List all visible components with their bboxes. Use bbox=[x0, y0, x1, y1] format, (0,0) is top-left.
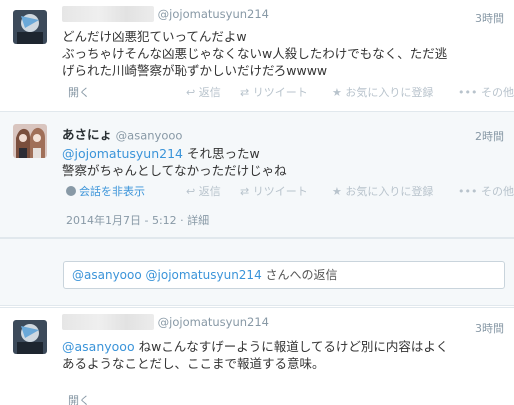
tweet-line: ぶっちゃけそんな凶悪じゃなくないw人殺したわけでもなく、ただ逃 bbox=[62, 46, 448, 61]
tweet-line: あるようなことだし、ここまで報道する意味。 bbox=[62, 356, 325, 371]
more-button[interactable]: ••• その他 bbox=[458, 84, 514, 100]
datetime-text[interactable]: 2014年1月7日 - 5:12 bbox=[66, 214, 177, 227]
tweet-text: どんだけ凶悪犯ていってんだよw ぶっちゃけそんな凶悪じゃなくないw人殺したわけで… bbox=[62, 28, 507, 79]
display-name-blurred[interactable] bbox=[62, 6, 154, 22]
tweet-text: @asanyooo ねwこんなすげーように報道してるけど別に内容はよく あるよう… bbox=[62, 338, 507, 372]
favorite-button[interactable]: ★ お気に入りに登録 bbox=[332, 183, 433, 199]
expand-link[interactable]: 開く bbox=[68, 392, 90, 405]
more-icon: ••• bbox=[458, 185, 478, 198]
more-icon: ••• bbox=[458, 86, 478, 99]
tweet-line: 警察がちゃんとしてなかっただけじゃね bbox=[62, 163, 287, 178]
tweet-line: @jojomatusyun214 それ思ったw bbox=[62, 146, 260, 161]
user-handle[interactable]: @asanyooo bbox=[116, 129, 183, 143]
tweet-line: @asanyooo ねwこんなすげーように報道してるけど別に内容はよく bbox=[62, 339, 449, 354]
tweet-actions: ↩ 返信 ⇄ リツイート ★ お気に入りに登録 ••• その他 bbox=[0, 84, 514, 100]
tweet-line: げられた川崎警察が恥ずかしいだけだろwwww bbox=[62, 63, 328, 78]
tweet-line: どんだけ凶悪犯ていってんだよw bbox=[62, 29, 247, 44]
timestamp[interactable]: 3時間 bbox=[475, 320, 504, 336]
timestamp[interactable]: 2時間 bbox=[475, 128, 504, 144]
reply-button[interactable]: ↩ 返信 bbox=[186, 84, 221, 100]
user-handle[interactable]: @jojomatusyun214 bbox=[158, 315, 269, 329]
reply-icon: ↩ bbox=[186, 185, 196, 198]
tweet-datetime: 2014年1月7日 - 5:12 · 詳細 bbox=[66, 212, 209, 228]
reply-button[interactable]: ↩ 返信 bbox=[186, 183, 221, 199]
reply-input[interactable]: @asanyooo @jojomatusyun214 さんへの返信 bbox=[63, 261, 505, 289]
tweet-header: @jojomatusyun214 bbox=[62, 6, 269, 22]
reply-icon: ↩ bbox=[186, 86, 196, 99]
tweet-text: @jojomatusyun214 それ思ったw 警察がちゃんとしてなかっただけじ… bbox=[62, 145, 507, 179]
tweet-header: @jojomatusyun214 bbox=[62, 314, 269, 330]
avatar[interactable] bbox=[13, 10, 47, 44]
mention-link[interactable]: @jojomatusyun214 bbox=[62, 146, 183, 161]
star-icon: ★ bbox=[332, 185, 342, 198]
mention-link[interactable]: @asanyooo bbox=[62, 339, 135, 354]
display-name-blurred[interactable] bbox=[62, 314, 154, 330]
favorite-button[interactable]: ★ お気に入りに登録 bbox=[332, 84, 433, 100]
timestamp[interactable]: 3時間 bbox=[475, 10, 504, 26]
avatar[interactable] bbox=[13, 320, 47, 354]
tweet-actions: ↩ 返信 ⇄ リツイート ★ お気に入りに登録 ••• その他 bbox=[0, 183, 514, 199]
display-name[interactable]: あさにょ bbox=[62, 127, 112, 142]
retweet-icon: ⇄ bbox=[240, 86, 250, 99]
detail-link[interactable]: 詳細 bbox=[187, 214, 209, 227]
avatar[interactable] bbox=[13, 124, 47, 158]
tweet[interactable]: @jojomatusyun214 3時間 @asanyooo ねwこんなすげーよ… bbox=[0, 307, 514, 405]
retweet-button[interactable]: ⇄ リツイート bbox=[240, 84, 308, 100]
timeline: @jojomatusyun214 3時間 どんだけ凶悪犯ていってんだよw ぶっち… bbox=[0, 0, 514, 405]
reply-area: @asanyooo @jojomatusyun214 さんへの返信 bbox=[0, 238, 514, 306]
user-handle[interactable]: @jojomatusyun214 bbox=[158, 7, 269, 21]
star-icon: ★ bbox=[332, 86, 342, 99]
expanded-tweet[interactable]: あさにょ @asanyooo 2時間 @jojomatusyun214 それ思っ… bbox=[0, 112, 514, 238]
tweet[interactable]: @jojomatusyun214 3時間 どんだけ凶悪犯ていってんだよw ぶっち… bbox=[0, 0, 514, 112]
tweet-header: あさにょ @asanyooo bbox=[62, 124, 182, 143]
retweet-button[interactable]: ⇄ リツイート bbox=[240, 183, 308, 199]
retweet-icon: ⇄ bbox=[240, 185, 250, 198]
more-button[interactable]: ••• その他 bbox=[458, 183, 514, 199]
